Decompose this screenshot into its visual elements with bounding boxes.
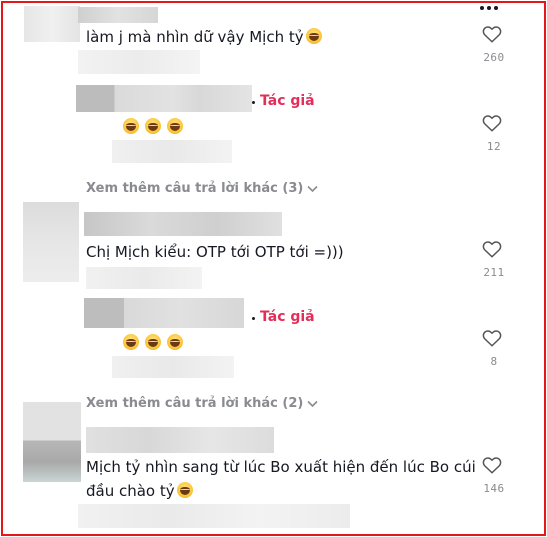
comment-meta-blurred — [78, 504, 350, 528]
like-count: 8 — [490, 355, 498, 368]
author-badge: Tác giả — [260, 93, 315, 109]
heart-icon[interactable] — [482, 25, 502, 43]
more-options-menu[interactable] — [480, 6, 498, 10]
reply-avatar-username-blurred[interactable] — [76, 85, 252, 112]
like-count: 211 — [483, 266, 505, 279]
heart-icon[interactable] — [482, 114, 502, 132]
like-count: 260 — [483, 51, 505, 64]
laughing-emoji-icon — [305, 28, 322, 44]
chevron-down-icon — [307, 185, 318, 192]
view-more-replies[interactable]: Xem thêm câu trả lời khác (3) — [86, 181, 318, 196]
more-icon — [480, 6, 484, 10]
reply-avatar-username-blurred[interactable] — [84, 298, 244, 328]
laughing-emoji-icon — [145, 334, 161, 350]
comment-meta-blurred — [86, 267, 202, 289]
laughing-emoji-icon — [145, 118, 161, 134]
comment-text: làm j mà nhìn dữ vậy Mịch tỷ — [86, 27, 322, 47]
laughing-emoji-icon — [123, 334, 139, 350]
heart-icon[interactable] — [482, 456, 502, 474]
avatar[interactable] — [23, 402, 81, 482]
reply-meta-blurred — [112, 140, 232, 163]
username-blurred[interactable] — [86, 427, 274, 453]
like-count: 146 — [483, 482, 505, 495]
heart-icon[interactable] — [482, 329, 502, 347]
separator-dot — [252, 317, 255, 320]
username-blurred[interactable] — [78, 7, 158, 23]
laughing-emoji-icon — [167, 118, 183, 134]
chevron-down-icon — [307, 400, 318, 407]
author-badge: Tác giả — [260, 309, 315, 325]
laughing-emoji-icon — [123, 118, 139, 134]
avatar[interactable] — [24, 6, 80, 42]
laughing-emoji-icon — [176, 482, 193, 498]
like-count: 12 — [486, 140, 502, 153]
screenshot-frame — [1, 1, 546, 536]
avatar[interactable] — [23, 202, 79, 282]
username-blurred[interactable] — [84, 212, 282, 236]
heart-icon[interactable] — [482, 240, 502, 258]
reply-meta-blurred — [112, 356, 234, 378]
reply-emojis — [123, 333, 189, 353]
comment-text: Mịch tỷ nhìn sang từ lúc Bo xuất hiện đế… — [86, 458, 476, 500]
separator-dot — [252, 101, 255, 104]
view-more-replies[interactable]: Xem thêm câu trả lời khác (2) — [86, 396, 318, 411]
laughing-emoji-icon — [167, 334, 183, 350]
comment-meta-blurred — [78, 50, 200, 74]
reply-emojis — [123, 117, 189, 137]
comment-text: Chị Mịch kiểu: OTP tới OTP tới =))) — [86, 243, 344, 261]
